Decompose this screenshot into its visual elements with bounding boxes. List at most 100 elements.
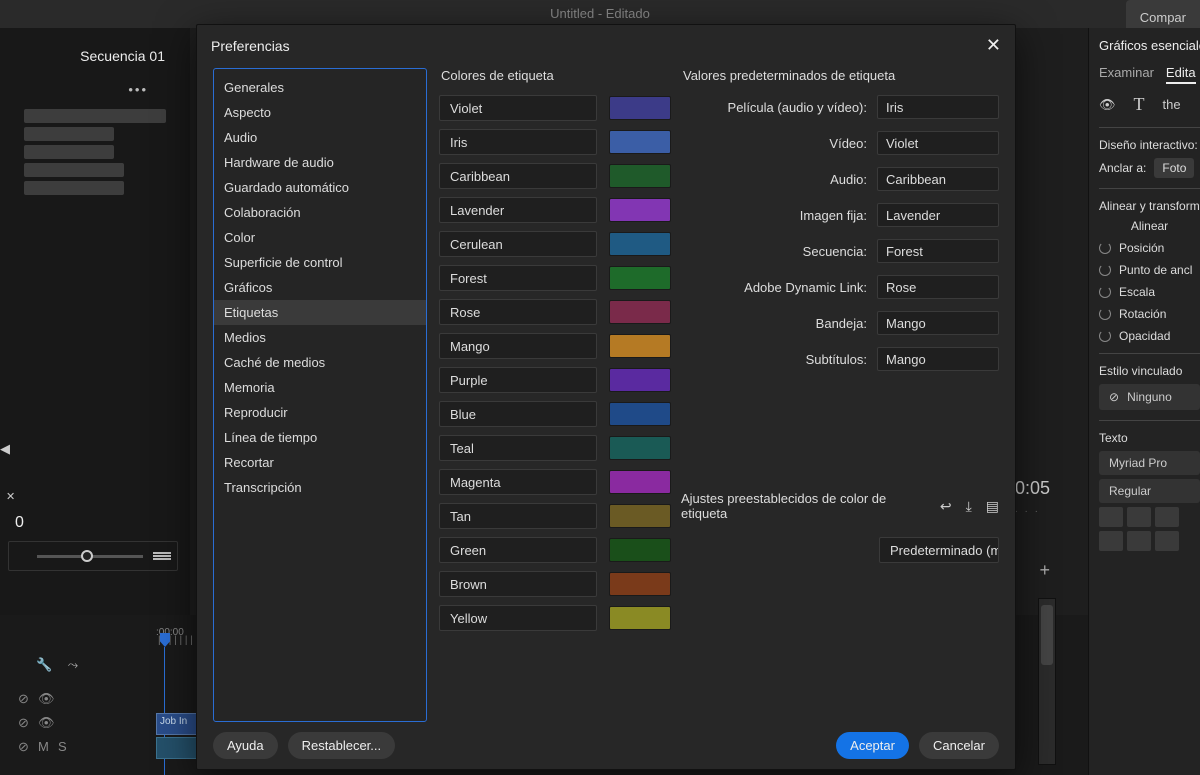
- prop-position[interactable]: Posición: [1119, 241, 1164, 255]
- align-left-icon[interactable]: [1099, 507, 1123, 527]
- undo-icon[interactable]: ↩: [940, 498, 952, 515]
- eye-icon[interactable]: 👁: [38, 715, 58, 731]
- text-tool-icon[interactable]: T: [1134, 94, 1145, 115]
- ok-button[interactable]: Aceptar: [836, 732, 909, 759]
- timeline-tool-icons[interactable]: 🔧 ⤳: [36, 657, 84, 673]
- default-value-select[interactable]: Lavender: [877, 203, 999, 227]
- color-name-input[interactable]: Caribbean: [439, 163, 597, 189]
- panel-menu-icon[interactable]: •••: [0, 74, 190, 105]
- reset-icon[interactable]: [1099, 264, 1111, 276]
- reset-icon[interactable]: [1099, 308, 1111, 320]
- color-swatch[interactable]: [609, 606, 671, 630]
- style-select[interactable]: ⊘Ninguno: [1099, 384, 1200, 410]
- track-toggle-icon[interactable]: ⊘: [18, 691, 38, 707]
- color-name-input[interactable]: Yellow: [439, 605, 597, 631]
- reset-icon[interactable]: [1099, 330, 1111, 342]
- cancel-button[interactable]: Cancelar: [919, 732, 999, 759]
- color-swatch[interactable]: [609, 164, 671, 188]
- sequence-title[interactable]: Secuencia 01: [0, 28, 190, 74]
- tracking-icon[interactable]: [1127, 531, 1151, 551]
- category-item[interactable]: Guardado automático: [214, 175, 426, 200]
- mute-icon[interactable]: M: [38, 739, 58, 754]
- color-swatch[interactable]: [609, 130, 671, 154]
- default-value-select[interactable]: Mango: [877, 347, 999, 371]
- collapse-left-icon[interactable]: ◀: [0, 441, 10, 457]
- align-center-icon[interactable]: [1127, 507, 1151, 527]
- color-swatch[interactable]: [609, 572, 671, 596]
- category-item[interactable]: Aspecto: [214, 100, 426, 125]
- color-swatch[interactable]: [609, 470, 671, 494]
- eye-icon[interactable]: 👁: [1099, 97, 1116, 113]
- save-preset-icon[interactable]: ▤: [986, 498, 999, 515]
- prop-anchor[interactable]: Punto de ancl: [1119, 263, 1192, 277]
- category-item[interactable]: Reproducir: [214, 400, 426, 425]
- audio-clip[interactable]: [156, 737, 198, 759]
- font-weight-select[interactable]: Regular: [1099, 479, 1200, 503]
- align-right-icon[interactable]: [1155, 507, 1179, 527]
- anchor-to-select[interactable]: Foto: [1154, 158, 1194, 178]
- zoom-slider[interactable]: [8, 541, 178, 571]
- reset-button[interactable]: Restablecer...: [288, 732, 396, 759]
- category-item[interactable]: Color: [214, 225, 426, 250]
- color-name-input[interactable]: Lavender: [439, 197, 597, 223]
- reset-icon[interactable]: [1099, 286, 1111, 298]
- color-name-input[interactable]: Brown: [439, 571, 597, 597]
- color-name-input[interactable]: Purple: [439, 367, 597, 393]
- default-value-select[interactable]: Rose: [877, 275, 999, 299]
- color-name-input[interactable]: Blue: [439, 401, 597, 427]
- color-swatch[interactable]: [609, 198, 671, 222]
- category-item[interactable]: Memoria: [214, 375, 426, 400]
- color-swatch[interactable]: [609, 368, 671, 392]
- category-item[interactable]: Generales: [214, 75, 426, 100]
- category-item[interactable]: Recortar: [214, 450, 426, 475]
- color-name-input[interactable]: Magenta: [439, 469, 597, 495]
- settings-icon[interactable]: [153, 552, 171, 560]
- category-item[interactable]: Audio: [214, 125, 426, 150]
- category-item[interactable]: Hardware de audio: [214, 150, 426, 175]
- track-toggle-icon[interactable]: ⊘: [18, 715, 38, 731]
- solo-icon[interactable]: S: [58, 739, 78, 754]
- color-swatch[interactable]: [609, 504, 671, 528]
- help-button[interactable]: Ayuda: [213, 732, 278, 759]
- kerning-icon[interactable]: [1099, 531, 1123, 551]
- color-name-input[interactable]: Violet: [439, 95, 597, 121]
- default-value-select[interactable]: Caribbean: [877, 167, 999, 191]
- prop-rotation[interactable]: Rotación: [1119, 307, 1166, 321]
- leading-icon[interactable]: [1155, 531, 1179, 551]
- reset-icon[interactable]: [1099, 242, 1111, 254]
- default-value-select[interactable]: Forest: [877, 239, 999, 263]
- color-name-input[interactable]: Cerulean: [439, 231, 597, 257]
- eye-icon[interactable]: 👁: [38, 691, 58, 707]
- color-swatch[interactable]: [609, 232, 671, 256]
- color-name-input[interactable]: Iris: [439, 129, 597, 155]
- video-clip[interactable]: Job In: [156, 713, 198, 735]
- track-toggle-icon[interactable]: ⊘: [18, 739, 38, 755]
- preset-select[interactable]: Predeterminado (mod: [879, 537, 999, 563]
- download-icon[interactable]: ⤓: [966, 498, 972, 515]
- color-swatch[interactable]: [609, 266, 671, 290]
- color-name-input[interactable]: Tan: [439, 503, 597, 529]
- color-swatch[interactable]: [609, 96, 671, 120]
- color-swatch[interactable]: [609, 436, 671, 460]
- color-name-input[interactable]: Forest: [439, 265, 597, 291]
- category-item[interactable]: Gráficos: [214, 275, 426, 300]
- category-item[interactable]: Transcripción: [214, 475, 426, 500]
- default-value-select[interactable]: Iris: [877, 95, 999, 119]
- category-item[interactable]: Medios: [214, 325, 426, 350]
- timeline-scrollbar[interactable]: [1038, 598, 1056, 765]
- color-swatch[interactable]: [609, 538, 671, 562]
- color-swatch[interactable]: [609, 334, 671, 358]
- layer-name[interactable]: the: [1163, 97, 1181, 112]
- category-item[interactable]: Caché de medios: [214, 350, 426, 375]
- add-track-icon[interactable]: +: [1039, 560, 1050, 581]
- category-item[interactable]: Colaboración: [214, 200, 426, 225]
- close-icon[interactable]: ✕: [986, 35, 1001, 56]
- tab-browse[interactable]: Examinar: [1099, 65, 1154, 84]
- font-select[interactable]: Myriad Pro: [1099, 451, 1200, 475]
- tab-edit[interactable]: Edita: [1166, 65, 1196, 84]
- text-align-buttons[interactable]: [1099, 507, 1200, 527]
- color-swatch[interactable]: [609, 402, 671, 426]
- category-item[interactable]: Línea de tiempo: [214, 425, 426, 450]
- color-name-input[interactable]: Rose: [439, 299, 597, 325]
- text-options-row[interactable]: [1099, 531, 1200, 551]
